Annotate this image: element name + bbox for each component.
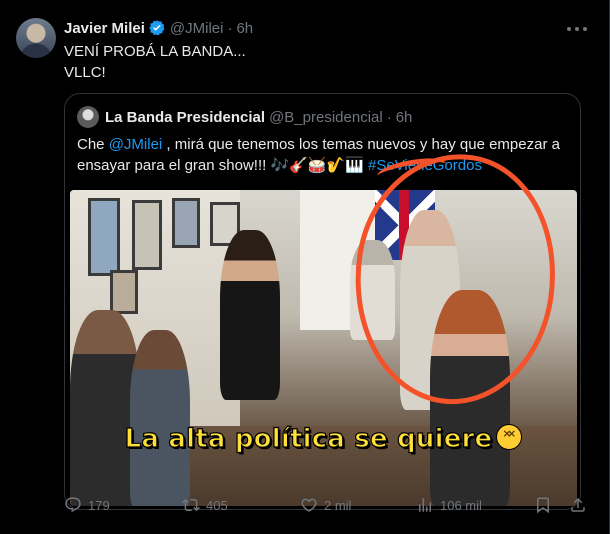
video-scene-frame	[88, 198, 120, 276]
video-scene-frame	[132, 200, 162, 270]
author-handle[interactable]: @JMilei	[170, 20, 224, 37]
like-icon	[301, 498, 317, 512]
tweet-header: Javier Milei @JMilei · 6h	[64, 18, 253, 38]
video-caption: La alta política se quiere	[70, 423, 577, 455]
quoted-tweet[interactable]: La Banda Presidencial @B_presidencial · …	[64, 93, 581, 510]
more-options-icon[interactable]	[567, 22, 587, 36]
video-scene-drummer	[350, 240, 395, 340]
verified-badge-icon	[148, 19, 166, 37]
video-scene-frame	[110, 270, 138, 314]
tweet-text-line: VENÍ PROBÁ LA BANDA...	[64, 43, 246, 60]
avatar[interactable]	[16, 18, 56, 58]
separator-dot: ·	[386, 108, 392, 126]
repost-count: 405	[206, 497, 228, 513]
hashtag-link[interactable]: #SeVieneGordos	[368, 157, 482, 174]
repost-button[interactable]: 405	[182, 496, 228, 514]
video-scene-singer	[430, 290, 510, 506]
video-scene-guitarist	[220, 230, 280, 400]
bookmark-icon	[537, 497, 549, 514]
video-scene-keyboardist	[130, 330, 190, 506]
quoted-author-handle: @B_presidencial	[269, 108, 383, 126]
quoted-timestamp: 6h	[395, 108, 413, 126]
video-thumbnail[interactable]: La alta política se quiere	[70, 190, 577, 506]
views-count: 106 mil	[440, 497, 482, 513]
timestamp[interactable]: 6h	[236, 20, 253, 37]
tweet[interactable]: Javier Milei @JMilei · 6h VENÍ PROBÁ LA …	[0, 0, 610, 534]
quoted-author-name: La Banda Presidencial	[105, 108, 266, 126]
tweet-text: VENÍ PROBÁ LA BANDA... VLLC!	[64, 41, 246, 83]
author-name[interactable]: Javier Milei	[64, 20, 145, 37]
reply-count: 179	[88, 497, 110, 513]
views-button[interactable]: 106 mil	[416, 496, 482, 514]
bookmark-button[interactable]	[534, 496, 558, 514]
like-count: 2 mil	[324, 497, 352, 513]
quoted-tweet-text: Che @JMilei , mirá que tenemos los temas…	[77, 134, 572, 176]
mention-link[interactable]: @JMilei	[109, 136, 163, 153]
separator-dot: ·	[227, 19, 233, 37]
tweet-text-line: VLLC!	[64, 64, 106, 81]
quoted-text-part: Che	[77, 136, 109, 153]
share-icon	[571, 497, 585, 512]
quoted-avatar	[77, 106, 99, 128]
dizzy-face-emoji-icon	[496, 424, 523, 450]
like-button[interactable]: 2 mil	[300, 496, 351, 514]
tweet-actions: 179 405 2 mil 106 mil	[64, 494, 585, 516]
reply-button[interactable]: 179	[64, 496, 110, 514]
reply-icon	[65, 497, 81, 513]
video-scene-frame	[172, 198, 200, 248]
share-button[interactable]	[569, 496, 593, 514]
repost-icon	[182, 498, 200, 512]
quoted-tweet-header: La Banda Presidencial @B_presidencial · …	[77, 106, 413, 128]
views-icon	[419, 498, 431, 512]
